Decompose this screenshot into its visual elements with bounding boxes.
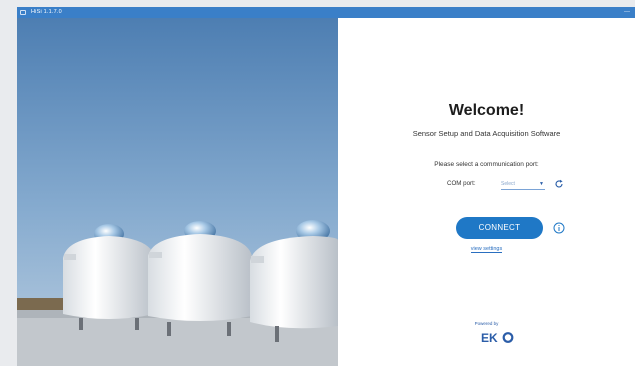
view-settings-link[interactable]: view settings: [338, 246, 635, 253]
welcome-panel: Welcome! Sensor Setup and Data Acquisiti…: [338, 18, 635, 366]
com-port-label: COM port:: [447, 180, 476, 187]
sensor-photo: [17, 18, 338, 366]
com-port-select[interactable]: Select ▼: [501, 179, 545, 190]
welcome-heading: Welcome!: [448, 102, 525, 119]
eko-logo: EK: [481, 331, 514, 344]
info-icon[interactable]: [553, 222, 565, 234]
refresh-icon[interactable]: [554, 179, 564, 189]
connect-button[interactable]: CONNECT: [456, 217, 543, 239]
svg-text:EK: EK: [481, 331, 498, 344]
chevron-down-icon: ▼: [539, 181, 544, 187]
port-prompt: Please select a communication port:: [434, 161, 539, 168]
app-icon: [20, 10, 26, 15]
window-title: HiSi 1.1.7.0: [31, 9, 62, 15]
com-port-select-value: Select: [501, 181, 515, 187]
view-settings-label[interactable]: view settings: [470, 246, 503, 253]
app-subtitle: Sensor Setup and Data Acquisition Softwa…: [412, 129, 561, 138]
minimize-button[interactable]: —: [624, 7, 630, 18]
title-bar: HiSi 1.1.7.0 —: [17, 7, 635, 18]
app-window: HiSi 1.1.7.0 — Welcome! Sensor Setup and…: [17, 7, 635, 366]
powered-by-label: Powered by: [474, 321, 499, 326]
